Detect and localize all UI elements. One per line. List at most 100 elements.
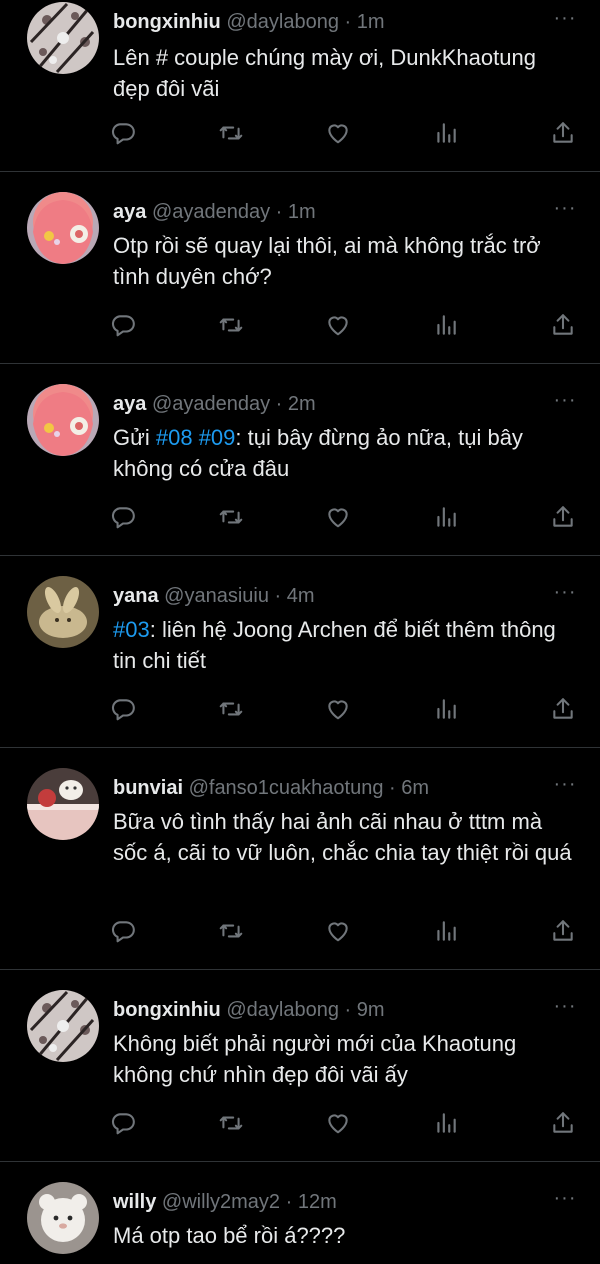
- retweet-button[interactable]: [218, 312, 244, 338]
- share-button[interactable]: [550, 1110, 576, 1136]
- share-button[interactable]: [550, 120, 576, 146]
- more-icon[interactable]: ···: [552, 996, 578, 1016]
- tweet[interactable]: bunviai @fanso1cuakhaotung · 6m ··· Bữa vô…: [0, 748, 600, 970]
- reply-button[interactable]: [110, 1110, 136, 1136]
- retweet-icon: [218, 696, 244, 722]
- timestamp[interactable]: 1m: [357, 11, 385, 33]
- avatar[interactable]: [27, 384, 99, 456]
- retweet-button[interactable]: [218, 120, 244, 146]
- user-handle[interactable]: @fanso1cuakhaotung: [189, 777, 384, 799]
- like-button[interactable]: [325, 312, 351, 338]
- tweet[interactable]: aya @ayadenday · 1m ··· Otp rồi sẽ quay lạ…: [0, 172, 600, 364]
- display-name[interactable]: aya: [113, 201, 146, 223]
- separator-dot: ·: [344, 11, 352, 33]
- text-segment: Otp rồi sẽ quay lại thôi, ai mà không tr…: [113, 233, 541, 289]
- timestamp[interactable]: 4m: [287, 585, 315, 607]
- display-name[interactable]: bongxinhiu: [113, 11, 221, 33]
- timestamp[interactable]: 6m: [401, 777, 429, 799]
- tweet[interactable]: bongxinhiu @daylabong · 1m ··· Lên # coupl…: [0, 0, 600, 172]
- views-button[interactable]: [433, 918, 459, 944]
- timestamp[interactable]: 9m: [357, 999, 385, 1021]
- heart-icon: [325, 120, 351, 146]
- hashtag-link[interactable]: #08: [156, 425, 193, 450]
- share-icon: [550, 696, 576, 722]
- user-handle[interactable]: @willy2may2: [162, 1191, 280, 1213]
- avatar[interactable]: [27, 768, 99, 840]
- views-button[interactable]: [433, 120, 459, 146]
- display-name[interactable]: aya: [113, 393, 146, 415]
- share-button[interactable]: [550, 696, 576, 722]
- text-segment: Lên # couple chúng mày ơi, DunkKhaotung …: [113, 45, 536, 101]
- display-name[interactable]: bongxinhiu: [113, 999, 221, 1021]
- timestamp[interactable]: 1m: [288, 201, 316, 223]
- avatar[interactable]: [27, 1182, 99, 1254]
- tweet[interactable]: yana @yanasiuiu · 4m ··· #03: liên hệ Joon…: [0, 556, 600, 748]
- like-button[interactable]: [325, 120, 351, 146]
- heart-icon: [325, 918, 351, 944]
- display-name[interactable]: bunviai: [113, 777, 183, 799]
- more-icon[interactable]: ···: [552, 8, 578, 28]
- more-icon[interactable]: ···: [552, 198, 578, 218]
- reply-icon: [110, 696, 136, 722]
- retweet-icon: [218, 312, 244, 338]
- retweet-button[interactable]: [218, 696, 244, 722]
- user-handle[interactable]: @yanasiuiu: [164, 585, 269, 607]
- avatar[interactable]: [27, 990, 99, 1062]
- views-button[interactable]: [433, 312, 459, 338]
- more-icon[interactable]: ···: [552, 1188, 578, 1208]
- share-button[interactable]: [550, 312, 576, 338]
- retweet-button[interactable]: [218, 1110, 244, 1136]
- reply-icon: [110, 1110, 136, 1136]
- share-icon: [550, 312, 576, 338]
- reply-button[interactable]: [110, 120, 136, 146]
- hashtag-link[interactable]: #09: [199, 425, 236, 450]
- separator-dot: ·: [285, 1191, 293, 1213]
- reply-button[interactable]: [110, 312, 136, 338]
- like-button[interactable]: [325, 1110, 351, 1136]
- share-button[interactable]: [550, 504, 576, 530]
- tweet-header: aya @ayadenday · 2m: [113, 390, 570, 418]
- action-bar: [110, 696, 580, 722]
- display-name[interactable]: yana: [113, 585, 159, 607]
- tweet[interactable]: aya @ayadenday · 2m ··· Gửi #08 #09: tụi b…: [0, 364, 600, 556]
- views-button[interactable]: [433, 1110, 459, 1136]
- like-button[interactable]: [325, 696, 351, 722]
- timestamp[interactable]: 2m: [288, 393, 316, 415]
- tweet-text: Otp rồi sẽ quay lại thôi, ai mà không tr…: [113, 230, 576, 292]
- timestamp[interactable]: 12m: [298, 1191, 337, 1213]
- display-name[interactable]: willy: [113, 1191, 156, 1213]
- share-button[interactable]: [550, 918, 576, 944]
- avatar[interactable]: [27, 2, 99, 74]
- hashtag-link[interactable]: #03: [113, 617, 150, 642]
- views-button[interactable]: [433, 504, 459, 530]
- user-handle[interactable]: @daylabong: [226, 11, 339, 33]
- reply-button[interactable]: [110, 696, 136, 722]
- avatar[interactable]: [27, 192, 99, 264]
- share-icon: [550, 918, 576, 944]
- like-button[interactable]: [325, 918, 351, 944]
- reply-icon: [110, 504, 136, 530]
- action-bar: [110, 120, 580, 146]
- reply-button[interactable]: [110, 918, 136, 944]
- timeline-feed: bongxinhiu @daylabong · 1m ··· Lên # coupl…: [0, 0, 600, 1264]
- user-handle[interactable]: @daylabong: [226, 999, 339, 1021]
- tweet-text: Má otp tao bể rồi á????: [113, 1220, 576, 1251]
- avatar[interactable]: [27, 576, 99, 648]
- retweet-button[interactable]: [218, 504, 244, 530]
- action-bar: [110, 312, 580, 338]
- more-icon[interactable]: ···: [552, 390, 578, 410]
- user-handle[interactable]: @ayadenday: [152, 201, 270, 223]
- reply-button[interactable]: [110, 504, 136, 530]
- user-handle[interactable]: @ayadenday: [152, 393, 270, 415]
- text-segment: Không biết phải người mới của Khaotung k…: [113, 1031, 517, 1087]
- retweet-button[interactable]: [218, 918, 244, 944]
- heart-icon: [325, 504, 351, 530]
- tweet[interactable]: bongxinhiu @daylabong · 9m ··· Không biết …: [0, 970, 600, 1162]
- views-button[interactable]: [433, 696, 459, 722]
- tweet[interactable]: willy @willy2may2 · 12m ··· Má otp tao bể …: [0, 1162, 600, 1264]
- retweet-icon: [218, 918, 244, 944]
- like-button[interactable]: [325, 504, 351, 530]
- more-icon[interactable]: ···: [552, 582, 578, 602]
- more-icon[interactable]: ···: [552, 774, 578, 794]
- stats-icon: [433, 312, 459, 338]
